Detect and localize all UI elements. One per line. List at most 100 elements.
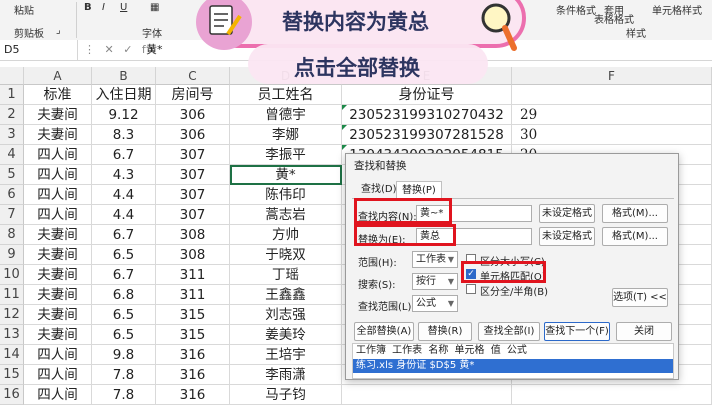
table-cell[interactable]: 6.5: [92, 245, 156, 265]
tab-find[interactable]: 查找(D): [356, 181, 402, 199]
table-cell[interactable]: 刘志强: [230, 305, 342, 325]
table-format-button[interactable]: 表格格式: [594, 11, 634, 26]
table-cell[interactable]: 陈伟印: [230, 185, 342, 205]
table-cell[interactable]: 4.4: [92, 205, 156, 225]
close-button[interactable]: 关闭: [616, 322, 672, 341]
table-cell[interactable]: 夫妻间: [24, 105, 92, 125]
table-cell[interactable]: 夫妻间: [24, 225, 92, 245]
name-box[interactable]: D5: [0, 40, 78, 60]
table-cell[interactable]: 8.3: [92, 125, 156, 145]
column-header[interactable]: B: [92, 67, 156, 85]
table-cell[interactable]: 四人间: [24, 345, 92, 365]
table-cell[interactable]: 307: [156, 165, 230, 185]
cell-style-button[interactable]: 单元格样式: [652, 2, 702, 17]
table-cell[interactable]: 6.5: [92, 325, 156, 345]
table-cell[interactable]: 307: [156, 205, 230, 225]
table-cell[interactable]: 四人间: [24, 365, 92, 385]
paste-button[interactable]: 粘贴: [14, 2, 34, 17]
table-cell[interactable]: 四人间: [24, 165, 92, 185]
find-next-button[interactable]: 查找下一个(F): [544, 322, 610, 341]
tab-replace[interactable]: 替换(P): [396, 181, 442, 199]
table-cell[interactable]: 316: [156, 345, 230, 365]
table-cell[interactable]: 6.8: [92, 285, 156, 305]
table-cell[interactable]: 29: [512, 105, 712, 125]
column-header[interactable]: F: [512, 67, 712, 85]
table-cell[interactable]: 308: [156, 245, 230, 265]
replace-format-button[interactable]: 格式(M)...: [602, 227, 668, 246]
table-cell[interactable]: 李振平: [230, 145, 342, 165]
table-cell[interactable]: 夫妻间: [24, 265, 92, 285]
table-cell[interactable]: 316: [156, 385, 230, 405]
table-cell[interactable]: 夫妻间: [24, 125, 92, 145]
row-header[interactable]: 11: [0, 285, 24, 305]
table-cell[interactable]: 王培宇: [230, 345, 342, 365]
find-format-status[interactable]: 未设定格式: [539, 204, 595, 223]
table-cell[interactable]: 230523199310270432: [342, 105, 512, 125]
formula-input[interactable]: 黄*: [146, 40, 163, 60]
table-cell[interactable]: 蒿志岩: [230, 205, 342, 225]
table-cell[interactable]: 夫妻间: [24, 325, 92, 345]
match-width-checkbox[interactable]: [466, 284, 476, 294]
table-cell[interactable]: 7.8: [92, 385, 156, 405]
table-cell[interactable]: 四人间: [24, 385, 92, 405]
results-row[interactable]: 练习.xls 身份证 $D$5 黄*: [353, 359, 673, 373]
replace-all-button[interactable]: 全部替换(A): [354, 322, 414, 341]
select-all-corner[interactable]: [0, 67, 24, 85]
table-cell[interactable]: 曾德宇: [230, 105, 342, 125]
conditional-format-button[interactable]: 条件格式: [556, 2, 596, 17]
dialog-launcher-icon[interactable]: ⌟: [56, 25, 61, 36]
header-cell[interactable]: 员工姓名: [230, 85, 342, 105]
header-cell[interactable]: 入住日期: [92, 85, 156, 105]
header-cell[interactable]: 房间号: [156, 85, 230, 105]
table-cell[interactable]: 姜美玲: [230, 325, 342, 345]
table-cell[interactable]: 黄*: [230, 165, 342, 185]
row-header[interactable]: 14: [0, 345, 24, 365]
table-cell[interactable]: 307: [156, 145, 230, 165]
table-cell[interactable]: 6.7: [92, 145, 156, 165]
options-button[interactable]: 选项(T) <<: [612, 288, 668, 307]
row-header[interactable]: 1: [0, 85, 24, 105]
table-cell[interactable]: 四人间: [24, 145, 92, 165]
table-cell[interactable]: 四人间: [24, 185, 92, 205]
table-cell[interactable]: 9.12: [92, 105, 156, 125]
bold-button[interactable]: B: [84, 2, 92, 13]
find-all-button[interactable]: 查找全部(I): [478, 322, 540, 341]
row-header[interactable]: 10: [0, 265, 24, 285]
table-cell[interactable]: 4.4: [92, 185, 156, 205]
header-cell[interactable]: [512, 85, 712, 105]
table-cell[interactable]: 李娜: [230, 125, 342, 145]
replace-format-status[interactable]: 未设定格式: [539, 227, 595, 246]
row-header[interactable]: 12: [0, 305, 24, 325]
table-cell[interactable]: 311: [156, 265, 230, 285]
row-header[interactable]: 8: [0, 225, 24, 245]
row-header[interactable]: 5: [0, 165, 24, 185]
table-cell[interactable]: 夫妻间: [24, 285, 92, 305]
table-cell[interactable]: 方帅: [230, 225, 342, 245]
row-header[interactable]: 2: [0, 105, 24, 125]
header-cell[interactable]: 身份证号: [342, 85, 512, 105]
table-cell[interactable]: 6.7: [92, 265, 156, 285]
table-cell[interactable]: 308: [156, 225, 230, 245]
table-cell[interactable]: 315: [156, 305, 230, 325]
table-cell[interactable]: 30: [512, 125, 712, 145]
table-cell[interactable]: [512, 385, 712, 405]
border-icon[interactable]: ▦: [150, 2, 159, 13]
table-cell[interactable]: 307: [156, 185, 230, 205]
table-cell[interactable]: 夫妻间: [24, 245, 92, 265]
table-cell[interactable]: 王鑫鑫: [230, 285, 342, 305]
table-cell[interactable]: 315: [156, 325, 230, 345]
table-cell[interactable]: 7.8: [92, 365, 156, 385]
underline-button[interactable]: U: [120, 2, 127, 13]
scope-select[interactable]: 工作表 ▼: [412, 251, 458, 268]
table-cell[interactable]: 6.7: [92, 225, 156, 245]
table-cell[interactable]: 306: [156, 125, 230, 145]
table-cell[interactable]: 夫妻间: [24, 305, 92, 325]
table-cell[interactable]: 306: [156, 105, 230, 125]
table-cell[interactable]: 于晓双: [230, 245, 342, 265]
row-header[interactable]: 15: [0, 365, 24, 385]
search-select[interactable]: 按行 ▼: [412, 273, 458, 290]
table-cell[interactable]: [342, 385, 512, 405]
column-header[interactable]: A: [24, 67, 92, 85]
lookin-select[interactable]: 公式 ▼: [412, 295, 458, 312]
table-cell[interactable]: 四人间: [24, 205, 92, 225]
